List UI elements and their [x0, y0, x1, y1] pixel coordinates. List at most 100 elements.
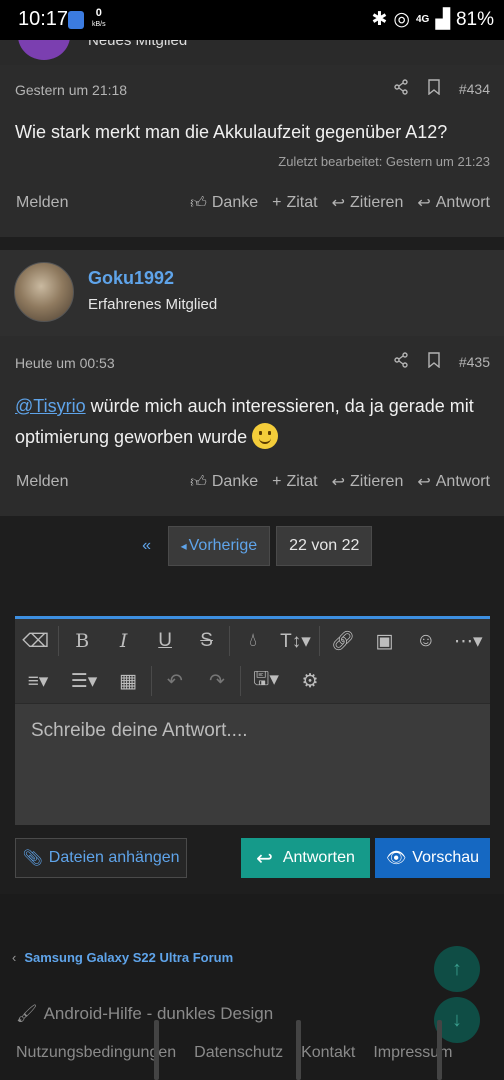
- preview-label: Vorschau: [412, 849, 480, 866]
- footer-links: Nutzungsbedingungen Datenschutz Kontakt …: [16, 1044, 452, 1062]
- font-size-icon[interactable]: T↕▾: [274, 621, 317, 661]
- style-chooser-link[interactable]: 🖌︎ Android-Hilfe - dunkles Design: [16, 1004, 273, 1024]
- post-435-author: Goku1992 Erfahrenes Mitglied: [0, 250, 504, 336]
- post-footer: Melden 👍︎ Danke + Zitat ↩ Zitieren ↩ Antwort: [16, 472, 490, 492]
- strikethrough-icon[interactable]: S: [186, 621, 227, 661]
- first-page-icon[interactable]: «: [132, 537, 162, 555]
- reply-arrow-icon: ↩: [331, 195, 345, 212]
- multiquote-button[interactable]: + Zitat: [272, 194, 317, 212]
- status-time: 10:17: [18, 8, 69, 30]
- multiquote-button[interactable]: + Zitat: [272, 473, 317, 491]
- page-indicator[interactable]: 22 von 22: [276, 526, 373, 566]
- post-435: Heute um 00:53 #435 @Tisyrio würde mich …: [0, 336, 504, 516]
- reply-icon: ↩: [256, 847, 273, 870]
- editor-toolbar-row-2: ≡▾ ☰▾ ▦ ↶ ↷ 🖫︎▾ ⚙: [15, 661, 490, 701]
- chevron-left-icon: ‹: [12, 950, 17, 965]
- username-link[interactable]: Goku1992: [88, 268, 174, 289]
- nav-bar-home[interactable]: [296, 1020, 301, 1080]
- toolbar-divider: [58, 626, 60, 656]
- emoji-icon[interactable]: ☺: [405, 621, 446, 661]
- nav-bar-back[interactable]: [437, 1020, 442, 1080]
- plus-icon: +: [272, 473, 282, 490]
- pagination: « ◂ Vorherige 22 von 22: [0, 526, 504, 566]
- reply-editor: ⌫ B I U S 💧︎ T↕▾ 🔗︎ ▣ ☺ ⋯▾ ≡▾ ☰▾ ▦ ↶ ↷ 🖫…: [15, 616, 490, 825]
- save-draft-icon[interactable]: 🖫︎▾: [243, 661, 289, 701]
- bold-icon[interactable]: B: [61, 621, 102, 661]
- plus-icon: +: [272, 194, 282, 211]
- eraser-icon[interactable]: ⌫: [15, 621, 56, 661]
- scroll-up-button[interactable]: ↑: [434, 946, 480, 992]
- link-icon[interactable]: 🔗︎: [322, 621, 363, 661]
- align-icon[interactable]: ≡▾: [15, 661, 61, 701]
- thumbs-up-icon: 👍︎: [190, 194, 207, 212]
- quote-button[interactable]: ↩ Zitieren: [332, 472, 404, 492]
- like-button[interactable]: 👍︎ Danke: [190, 473, 258, 492]
- user-rank: Neues Mitglied: [88, 40, 188, 49]
- toolbar-divider: [240, 666, 241, 696]
- quote-label: Zitieren: [349, 473, 404, 490]
- text-color-icon[interactable]: 💧︎: [232, 621, 273, 661]
- share-icon[interactable]: [393, 352, 409, 371]
- post-number[interactable]: #434: [459, 81, 490, 97]
- reply-button[interactable]: ↩ Antwort: [417, 472, 490, 492]
- status-bar: 10:17 0 kB/s ✱ ◎ 4G ▟ 81%: [0, 0, 504, 40]
- reply-text-area[interactable]: Schreibe deine Antwort....: [15, 703, 490, 825]
- footer-link-privacy[interactable]: Datenschutz: [194, 1044, 283, 1062]
- breadcrumb-link[interactable]: Samsung Galaxy S22 Ultra Forum: [24, 950, 233, 965]
- arrow-down-icon: ↓: [452, 1008, 462, 1031]
- list-icon[interactable]: ☰▾: [61, 661, 107, 701]
- post-timestamp[interactable]: Gestern um 21:18: [15, 82, 127, 98]
- avatar[interactable]: [14, 262, 74, 322]
- quote-label: Zitieren: [349, 194, 404, 211]
- post-number[interactable]: #435: [459, 354, 490, 370]
- user-mention-link[interactable]: @Tisyrio: [15, 396, 86, 416]
- post-content: @Tisyrio würde mich auch interessieren, …: [15, 391, 490, 453]
- battery-level: 81%: [455, 8, 494, 30]
- breadcrumb[interactable]: ‹ Samsung Galaxy S22 Ultra Forum: [12, 950, 233, 965]
- attach-files-button[interactable]: 📎︎ Dateien anhängen: [15, 838, 187, 878]
- post-tools: #434: [393, 79, 490, 98]
- post-content: Wie stark merkt man die Akkulaufzeit geg…: [15, 122, 448, 142]
- previous-page-button[interactable]: ◂ Vorherige: [167, 526, 271, 566]
- footer-link-contact[interactable]: Kontakt: [301, 1044, 355, 1062]
- image-icon[interactable]: ▣: [364, 621, 405, 661]
- signal-icon: ▟: [435, 9, 450, 30]
- undo-icon[interactable]: ↶: [154, 661, 196, 701]
- edited-note: Zuletzt bearbeitet: Gestern um 21:23: [278, 154, 490, 169]
- mobile-data-icon: 4G: [416, 14, 430, 25]
- share-icon[interactable]: [393, 79, 409, 98]
- reply-button[interactable]: ↩ Antwort: [417, 193, 490, 213]
- post-434: Gestern um 21:18 #434 Wie stark merkt ma…: [0, 65, 504, 237]
- previous-page-label: Vorherige: [188, 537, 258, 554]
- user-rank: Erfahrenes Mitglied: [88, 296, 218, 313]
- editor-placeholder: Schreibe deine Antwort....: [31, 720, 248, 741]
- quote-button[interactable]: ↩ Zitieren: [332, 193, 404, 213]
- post-timestamp[interactable]: Heute um 00:53: [15, 355, 115, 371]
- page-footer: ‹ Samsung Galaxy S22 Ultra Forum 🖌︎ Andr…: [0, 894, 504, 1080]
- like-button[interactable]: 👍︎ Danke: [190, 194, 258, 213]
- multiquote-label: Zitat: [286, 194, 318, 211]
- preview-button[interactable]: 👁︎ Vorschau: [375, 838, 490, 878]
- toolbar-divider: [151, 666, 152, 696]
- paintbrush-icon: 🖌︎: [16, 1004, 38, 1023]
- reply-label: Antwort: [435, 194, 490, 211]
- reply-label: Antwort: [435, 473, 490, 490]
- redo-icon[interactable]: ↷: [196, 661, 238, 701]
- post-reply-button[interactable]: ↩ Antworten: [241, 838, 370, 878]
- thumbs-up-icon: 👍︎: [190, 473, 207, 491]
- avatar[interactable]: [18, 40, 70, 60]
- bookmark-icon[interactable]: [427, 352, 441, 371]
- reply-arrow-icon: ↩: [331, 474, 345, 491]
- bookmark-icon[interactable]: [427, 79, 441, 98]
- report-button[interactable]: Melden: [16, 194, 176, 212]
- nav-bar-recents[interactable]: [154, 1020, 159, 1080]
- toolbar-divider: [319, 626, 321, 656]
- editor-toolbar-row-1: ⌫ B I U S 💧︎ T↕▾ 🔗︎ ▣ ☺ ⋯▾: [15, 621, 490, 661]
- more-options-icon[interactable]: ⋯▾: [447, 621, 490, 661]
- footer-link-terms[interactable]: Nutzungsbedingungen: [16, 1044, 176, 1062]
- underline-icon[interactable]: U: [144, 621, 185, 661]
- gear-icon[interactable]: ⚙: [289, 661, 331, 701]
- table-icon[interactable]: ▦: [107, 661, 149, 701]
- report-button[interactable]: Melden: [16, 473, 176, 491]
- italic-icon[interactable]: I: [103, 621, 144, 661]
